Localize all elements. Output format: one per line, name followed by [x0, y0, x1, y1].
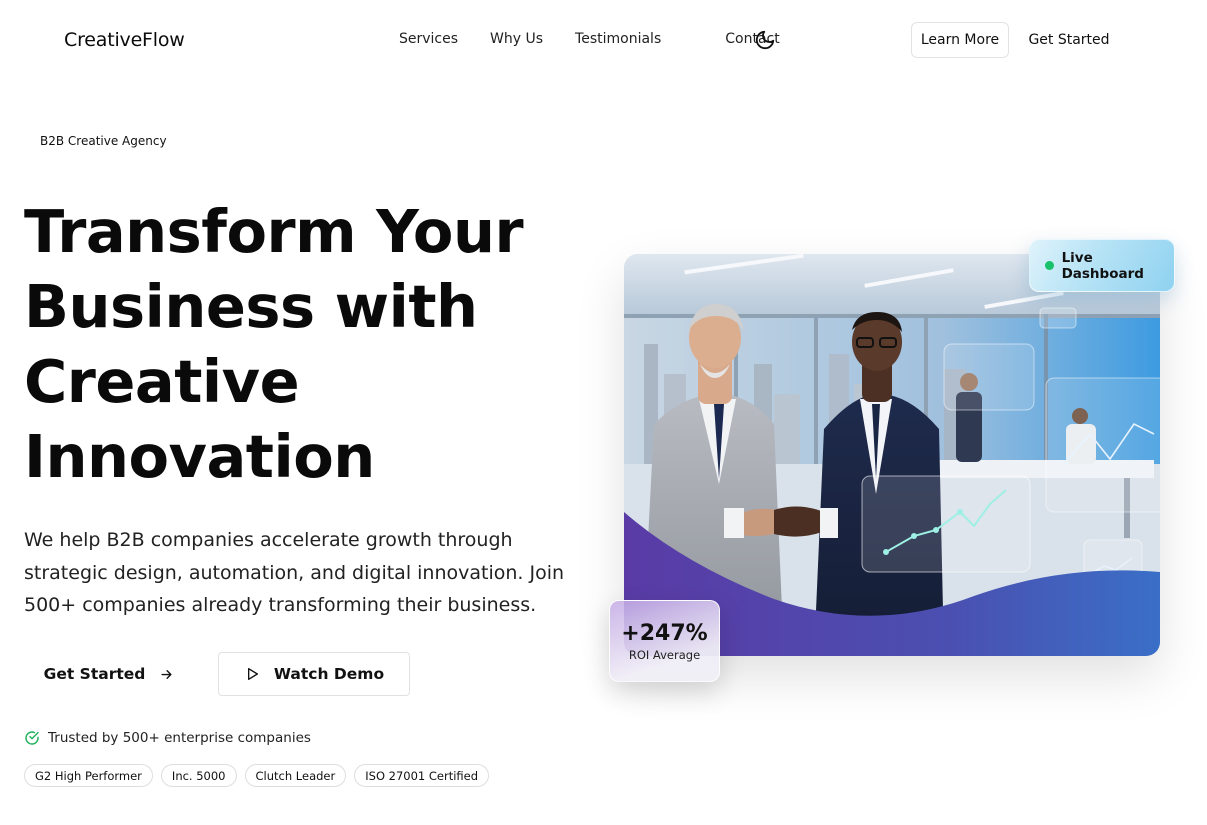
hero-get-started-button[interactable]: Get Started — [24, 652, 194, 696]
nav-link-testimonials[interactable]: Testimonials — [575, 31, 661, 47]
check-circle-icon — [25, 731, 39, 745]
chip-g2: G2 High Performer — [24, 764, 153, 787]
roi-value: +247% — [621, 621, 708, 646]
trusted-line: Trusted by 500+ enterprise companies — [24, 730, 311, 746]
nav-link-why-us[interactable]: Why Us — [490, 31, 543, 47]
trusted-text: Trusted by 500+ enterprise companies — [48, 730, 311, 746]
live-dashboard-badge[interactable]: Live Dashboard — [1029, 239, 1175, 292]
watch-demo-button[interactable]: Watch Demo — [218, 652, 410, 696]
hero-image — [624, 254, 1160, 656]
hero-badge: B2B Creative Agency — [40, 134, 167, 148]
nav-get-started-button[interactable]: Get Started — [1021, 22, 1117, 58]
hero-get-started-label: Get Started — [43, 665, 146, 683]
live-status-dot — [1045, 261, 1054, 270]
headline-line-3: Creative — [24, 347, 300, 416]
office-handshake-illustration — [624, 254, 1160, 656]
brand-logo[interactable]: CreativeFlow — [64, 29, 185, 51]
arrow-right-icon — [161, 669, 172, 679]
moon-icon — [755, 30, 775, 50]
certification-chips: G2 High Performer Inc. 5000 Clutch Leade… — [24, 764, 490, 787]
hero-subtext: We help B2B companies accelerate growth … — [24, 529, 565, 616]
headline-line-4: Innovation — [24, 422, 375, 491]
main-nav: Services Why Us Testimonials Contact — [399, 31, 780, 47]
hero-headline: Transform Your Business with Creative In… — [24, 194, 584, 494]
chip-clutch: Clutch Leader — [244, 764, 347, 787]
theme-toggle-button[interactable] — [754, 29, 776, 51]
chip-iso: ISO 27001 Certified — [354, 764, 490, 787]
learn-more-button[interactable]: Learn More — [911, 22, 1009, 58]
roi-stat-card: +247% ROI Average — [609, 600, 720, 682]
headline-line-2: Business with — [24, 272, 478, 341]
nav-link-services[interactable]: Services — [399, 31, 458, 47]
roi-label: ROI Average — [628, 648, 701, 662]
live-dashboard-label: Live Dashboard — [1061, 249, 1144, 282]
watch-demo-label: Watch Demo — [273, 665, 385, 683]
chip-inc5000: Inc. 5000 — [160, 764, 237, 787]
play-icon — [247, 668, 258, 680]
headline-line-1: Transform Your — [24, 197, 524, 266]
